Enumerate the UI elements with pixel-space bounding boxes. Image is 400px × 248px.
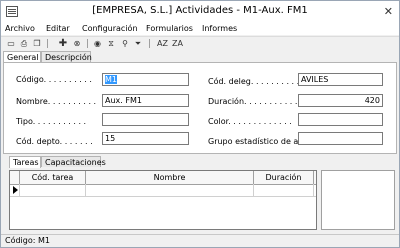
column-cod-tarea[interactable]: Cód. tarea (20, 171, 86, 184)
tab-tareas[interactable]: Tareas (9, 156, 41, 168)
menu-archivo[interactable]: Archivo (5, 24, 35, 33)
duracion-label: Duración. . . . . . . . . . . (208, 97, 298, 106)
window-title: [EMPRESA, S.L.] Actividades - M1-Aux. FM… (92, 5, 308, 16)
menu-formularios[interactable]: Formularios (146, 24, 193, 33)
menu-bar: Archivo Editar Configuración Formularios… (1, 23, 399, 35)
grupo-label: Grupo estadístico de acti (208, 137, 298, 146)
general-panel: Código. . . . . . . . . . M1 Nombre. . .… (3, 62, 397, 154)
toolbar-separator (47, 39, 48, 48)
side-panel (321, 170, 395, 230)
grid-header: Cód. tarea Nombre Duración (10, 171, 316, 185)
add-icon[interactable]: ✚ (57, 38, 69, 49)
tareas-grid: Cód. tarea Nombre Duración (9, 170, 317, 230)
toolbar-separator (149, 39, 150, 48)
column-duracion[interactable]: Duración (254, 171, 314, 184)
funnel-icon[interactable]: ⏷ (132, 38, 144, 49)
sort-descending-icon[interactable]: ZA (171, 38, 184, 49)
current-row-arrow-icon (10, 184, 20, 196)
codigo-label: Código. . . . . . . . . . (16, 75, 92, 84)
status-text: Código: M1 (5, 236, 50, 245)
color-field[interactable] (298, 113, 383, 126)
color-label: Color. . . . . . . . . . . . . (208, 117, 292, 126)
duracion-field[interactable]: 420 (298, 94, 383, 107)
cell-nombre[interactable] (86, 184, 254, 196)
menu-editar[interactable]: Editar (46, 24, 70, 33)
sort-ascending-icon[interactable]: AZ (156, 38, 169, 49)
menu-informes[interactable]: Informes (202, 24, 237, 33)
search-icon[interactable]: ⚲ (119, 38, 131, 49)
cod-deleg-field[interactable]: AVILES (298, 73, 383, 86)
row-indicator-header (10, 171, 20, 184)
cod-depto-label: Cód. depto. . . . . . . (16, 137, 93, 146)
cell-duracion[interactable] (254, 184, 314, 196)
title-bar: [EMPRESA, S.L.] Actividades - M1-Aux. FM… (1, 1, 399, 23)
view-icon[interactable]: ◉ (91, 38, 104, 49)
application-window: [EMPRESA, S.L.] Actividades - M1-Aux. FM… (0, 0, 400, 248)
cod-depto-field[interactable]: 15 (102, 132, 189, 145)
nombre-label: Nombre. . . . . . . . . . (16, 97, 97, 106)
table-row[interactable] (10, 184, 316, 197)
column-nombre[interactable]: Nombre (86, 171, 254, 184)
grupo-field[interactable] (298, 132, 383, 145)
close-icon[interactable]: ✕ (384, 5, 393, 18)
codigo-field[interactable]: M1 (102, 73, 189, 86)
codigo-value: M1 (105, 75, 117, 84)
cell-cod-tarea[interactable] (20, 184, 86, 196)
toolbar: ▭ ⎙ ❐ ✚ ⊗ ◉ ⧖ ⚲ ⏷ AZ ZA (1, 36, 399, 51)
delete-icon[interactable]: ⊗ (71, 38, 83, 49)
print-icon[interactable]: ⎙ (18, 38, 30, 49)
status-bar: Código: M1 (1, 234, 399, 247)
tab-descripcion[interactable]: Descripción (41, 51, 92, 62)
new-document-icon[interactable]: ▭ (5, 38, 17, 49)
menu-configuracion[interactable]: Configuración (82, 24, 138, 33)
filter-icon[interactable]: ⧖ (105, 38, 117, 49)
tipo-label: Tipo. . . . . . . . . . . (16, 117, 87, 126)
tipo-field[interactable] (102, 113, 189, 126)
toolbar-separator (87, 39, 88, 48)
copy-icon[interactable]: ❐ (31, 38, 43, 49)
cod-deleg-label: Cód. deleg. . . . . . . . . . (208, 77, 300, 86)
nombre-field[interactable]: Aux. FM1 (102, 94, 189, 107)
tab-capacitaciones[interactable]: Capacitaciones (41, 156, 106, 167)
